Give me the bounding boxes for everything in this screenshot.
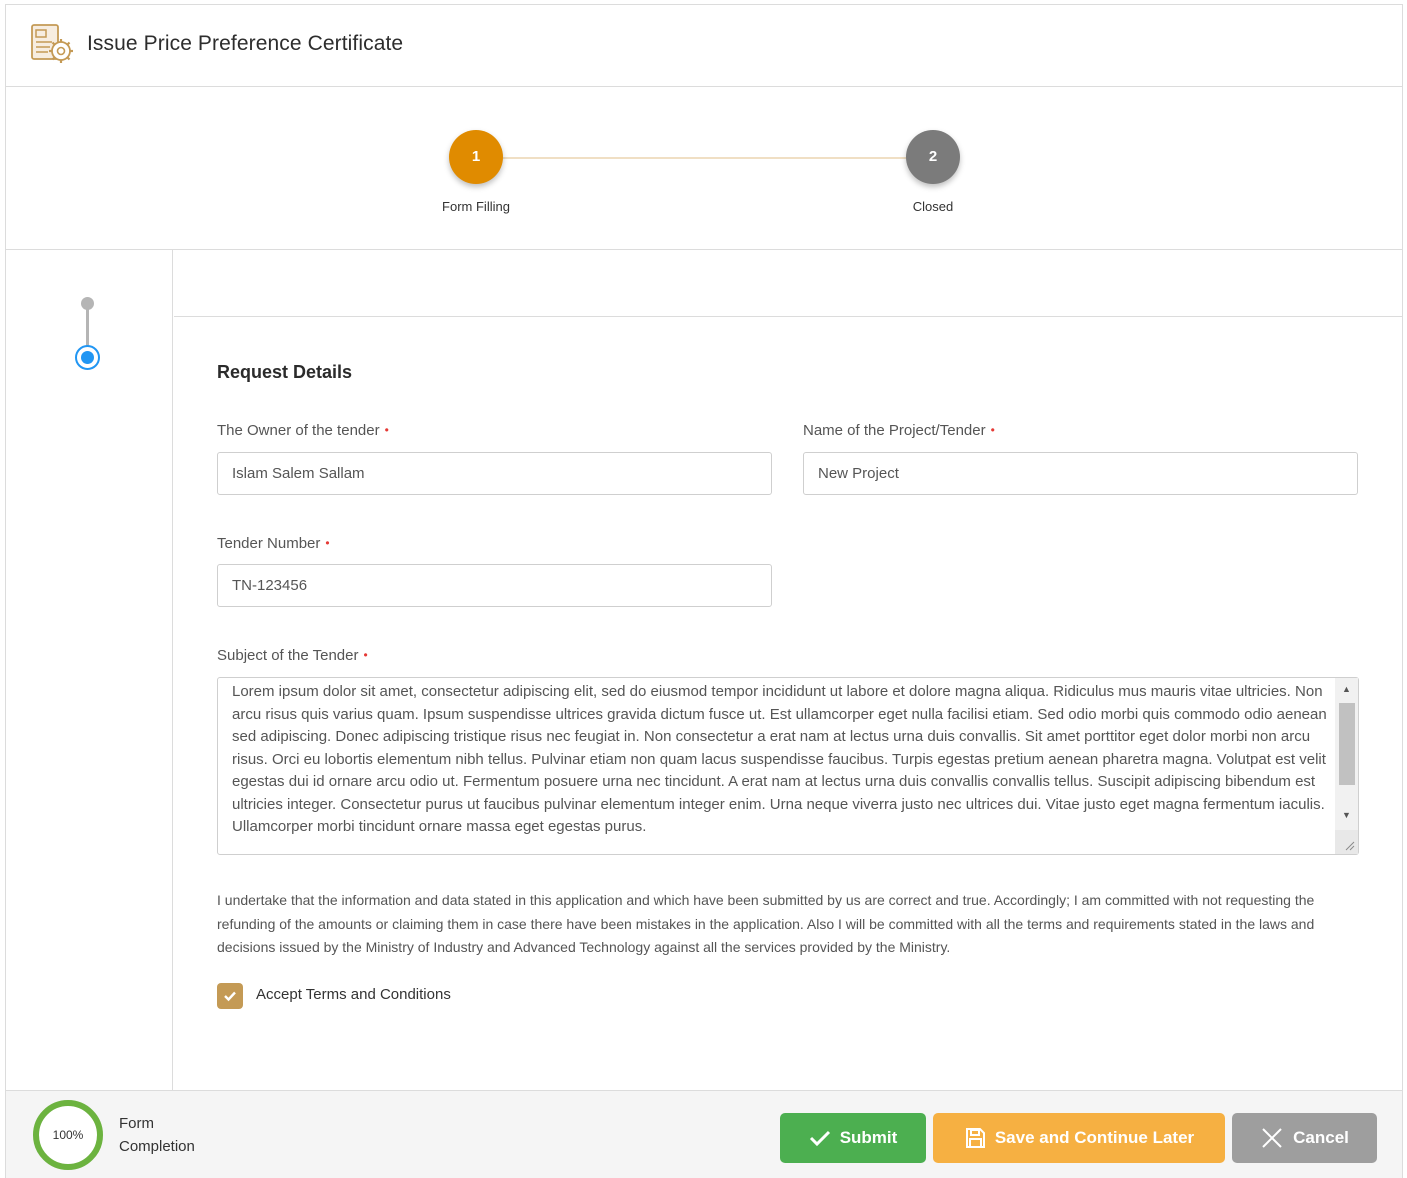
form-footer: 100% Form Completion Submit Save and Con…: [6, 1090, 1402, 1178]
certificate-gear-icon: [31, 24, 73, 63]
required-indicator: •: [990, 423, 995, 437]
step-label: Form Filling: [442, 199, 510, 214]
required-indicator: •: [325, 536, 330, 550]
terms-checkbox[interactable]: [217, 983, 243, 1009]
tender-number-label: Tender Number •: [217, 535, 330, 552]
section-connector: [86, 309, 89, 347]
tender-number-input[interactable]: [217, 564, 772, 607]
resize-grip-icon[interactable]: [1345, 841, 1355, 851]
section-title: Request Details: [217, 362, 353, 382]
subject-text[interactable]: Lorem ipsum dolor sit amet, consectetur …: [232, 681, 1332, 839]
step-form-filling[interactable]: 1 Form Filling: [411, 130, 541, 214]
completion-label: Form Completion: [119, 1112, 195, 1158]
step-label: Closed: [912, 199, 954, 214]
declaration-text: I undertake that the information and dat…: [217, 892, 1315, 955]
page-header: Issue Price Preference Certificate: [6, 5, 1402, 87]
scrollbar-corner: [1335, 830, 1358, 854]
scroll-up-arrow-icon[interactable]: ▲: [1335, 680, 1358, 698]
project-name-input[interactable]: [803, 452, 1358, 495]
scroll-down-arrow-icon[interactable]: ▼: [1335, 806, 1358, 824]
subject-label-text: Subject of the Tender: [217, 647, 359, 664]
submit-button-label: Submit: [839, 1128, 898, 1147]
owner-input[interactable]: [217, 452, 772, 495]
required-indicator: •: [384, 423, 389, 437]
tender-number-label-text: Tender Number: [217, 535, 321, 552]
checkmark-icon: [809, 1130, 830, 1147]
textarea-scrollbar[interactable]: ▲ ▼: [1335, 678, 1358, 854]
project-label-text: Name of the Project/Tender: [803, 422, 986, 439]
cancel-button-label: Cancel: [1293, 1128, 1349, 1147]
section-navigator: [6, 250, 173, 1090]
close-icon: [1262, 1128, 1282, 1148]
page-title: Issue Price Preference Certificate: [87, 32, 404, 55]
save-disk-icon: [965, 1128, 985, 1148]
owner-label-text: The Owner of the tender: [217, 422, 380, 439]
subject-textarea[interactable]: Lorem ipsum dolor sit amet, consectetur …: [217, 677, 1359, 855]
stepper-connector: [503, 157, 908, 159]
completion-label-line1: Form: [119, 1115, 154, 1132]
required-indicator: •: [363, 648, 368, 662]
step-number-badge: 2: [906, 130, 960, 184]
check-icon: [224, 991, 236, 1002]
save-button-label: Save and Continue Later: [994, 1128, 1195, 1147]
project-label: Name of the Project/Tender •: [803, 422, 995, 439]
progress-stepper: 1 Form Filling 2 Closed: [6, 87, 1402, 250]
section-marker-active[interactable]: [75, 345, 100, 370]
save-continue-later-button[interactable]: Save and Continue Later: [933, 1113, 1225, 1163]
scrollbar-thumb[interactable]: [1339, 703, 1355, 785]
app-window: Issue Price Preference Certificate 1 For…: [5, 4, 1403, 1178]
step-closed[interactable]: 2 Closed: [868, 130, 998, 214]
submit-button[interactable]: Submit: [780, 1113, 926, 1163]
step-number-badge: 1: [449, 130, 503, 184]
owner-label: The Owner of the tender •: [217, 422, 389, 439]
completion-percent: 100%: [52, 1128, 84, 1142]
subject-label: Subject of the Tender •: [217, 647, 368, 664]
content-header-band: [174, 250, 1403, 317]
request-details-form: Request Details The Owner of the tender •…: [174, 317, 1403, 1090]
cancel-button[interactable]: Cancel: [1232, 1113, 1377, 1163]
terms-label[interactable]: Accept Terms and Conditions: [256, 986, 451, 1003]
completion-label-line2: Completion: [119, 1138, 195, 1155]
